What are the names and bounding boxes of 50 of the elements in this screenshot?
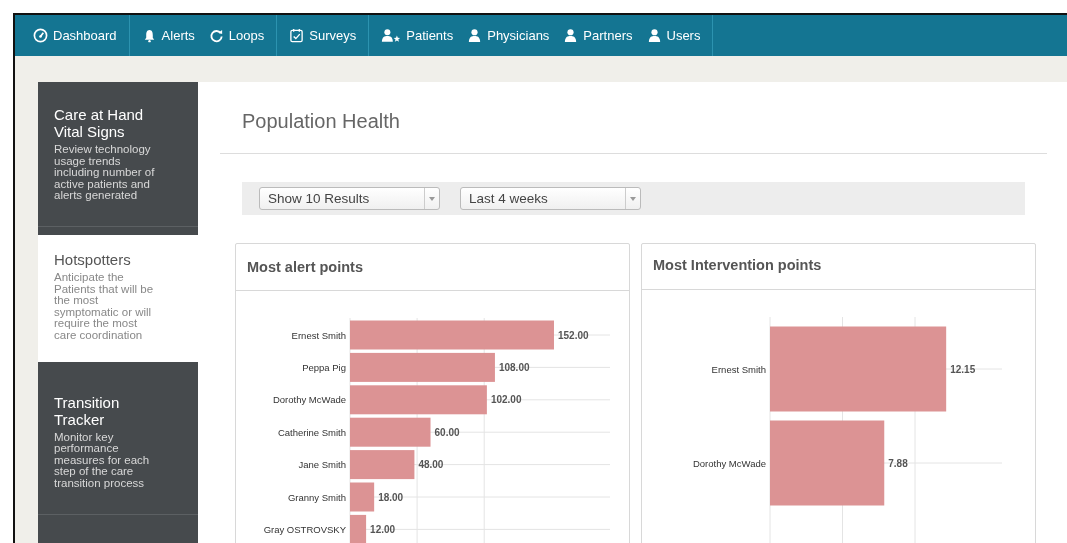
card-title: Most Intervention points	[653, 257, 822, 273]
dropdown[interactable]: Show 10 Results	[259, 187, 440, 210]
caret-icon	[429, 196, 435, 201]
refresh-icon	[208, 28, 224, 43]
value-label: 108.00	[498, 361, 530, 373]
nav-link[interactable]: Loops	[208, 28, 265, 43]
user-star-icon	[381, 28, 402, 43]
caret-icon	[630, 196, 636, 201]
sidebar-item[interactable]: Hotspotters Anticipate the Patients that will be the most symptomatic or will require the most care coordination	[38, 234, 198, 362]
value-label: 12.00	[370, 523, 396, 535]
value-label: 152.00	[558, 329, 589, 341]
nav-link[interactable]: Physicians	[467, 28, 550, 43]
category-label: Peppa Pig	[302, 361, 346, 373]
sidebar-item-title: Transition Tracker	[54, 393, 121, 428]
nav-link[interactable]: Users	[646, 28, 701, 43]
category-label: Gray OSTROVSKY	[263, 523, 346, 535]
sidebar-item-description: Monitor key performance measures for each step of the care transition process	[54, 431, 151, 490]
sidebar-item-title: Hotspotters	[54, 250, 132, 268]
bar	[350, 482, 375, 512]
user-icon	[467, 28, 483, 43]
dropdown[interactable]: Last 4 weeks	[460, 187, 641, 210]
card-title: Most alert points	[247, 259, 363, 275]
nav-link[interactable]: Alerts	[141, 28, 195, 43]
nav-link[interactable]: Dashboard	[33, 28, 117, 43]
value-label: 48.00	[418, 459, 444, 471]
category-label: Catherine Smith	[277, 426, 346, 438]
bar	[350, 514, 367, 543]
value-label: 12.15	[950, 363, 976, 375]
category-label: Jane Smith	[298, 459, 346, 471]
nav-link[interactable]: Patients	[381, 28, 454, 43]
value-label: 18.00	[378, 491, 404, 503]
category-label: Ernest Smith	[291, 329, 346, 341]
user-icon	[563, 28, 579, 43]
calendar-check-icon	[289, 28, 305, 43]
category-label: Ernest Smith	[711, 363, 766, 375]
user-icon	[646, 28, 662, 43]
bar	[350, 450, 415, 480]
category-label: Dorothy McWade	[692, 457, 766, 469]
sidebar-item-title: Care at Hand Vital Signs	[54, 106, 145, 140]
dashboard-icon	[33, 28, 48, 43]
page-title: Population Health	[242, 110, 400, 133]
value-label: 60.00	[434, 426, 460, 438]
value-label: 7.88	[888, 457, 908, 469]
value-label: 102.00	[490, 394, 522, 406]
nav-link[interactable]: Partners	[563, 28, 633, 43]
sidebar-item-description: Review technology usage trends including number of active patients and alerts generated	[54, 144, 156, 202]
sidebar-item-description: Anticipate the Patients that will be the most symptomatic or will require the most care coordination	[54, 271, 155, 342]
category-label: Dorothy McWade	[272, 394, 346, 406]
category-label: Granny Smith	[287, 491, 346, 503]
nav-link[interactable]: Surveys	[289, 28, 357, 43]
